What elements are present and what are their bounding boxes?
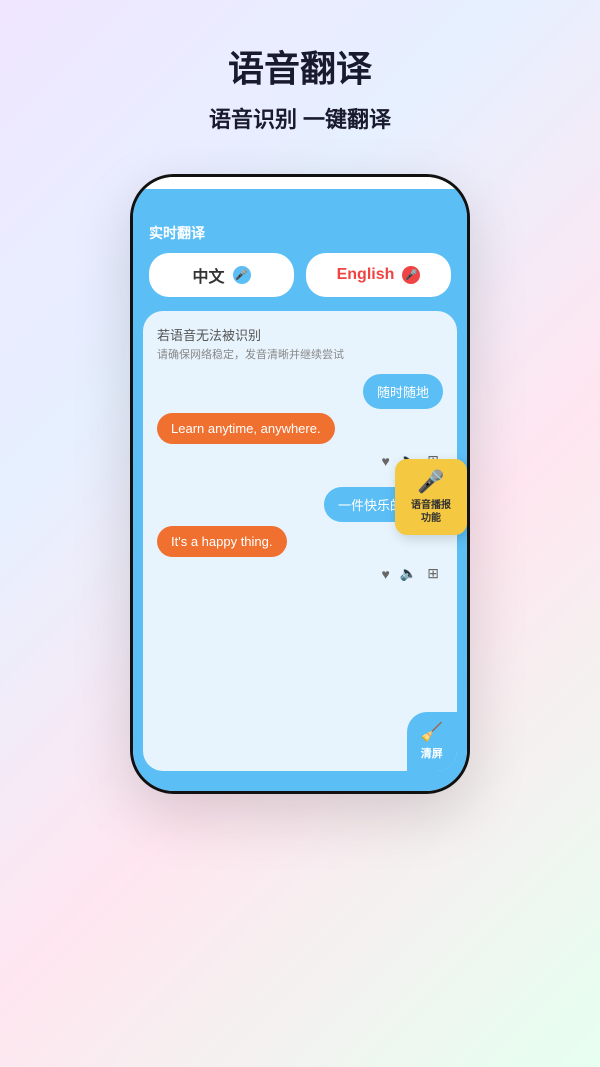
share-icon-2[interactable]: ⊞ bbox=[427, 565, 439, 582]
bubble-english-2: It's a happy thing. bbox=[157, 526, 287, 557]
chat-area: 若语音无法被识别 请确保网络稳定，发音清晰并继续尝试 随时随地 Learn an… bbox=[143, 311, 457, 771]
app-title-bar: 实时翻译 bbox=[133, 217, 467, 253]
bubble-left-1: Learn anytime, anywhere. bbox=[157, 413, 443, 444]
status-bar bbox=[133, 189, 467, 217]
tooltip-mic-icon: 🎤 bbox=[417, 469, 444, 495]
mic-icon-english: 🎤 bbox=[402, 266, 420, 284]
error-message: 若语音无法被识别 请确保网络稳定，发音清晰并继续尝试 bbox=[157, 325, 443, 362]
bubble-right-1: 随时随地 bbox=[157, 374, 443, 409]
clear-icon: 🧹 bbox=[421, 722, 443, 743]
page-header: 语音翻译 语音识别 一键翻译 bbox=[0, 0, 600, 154]
lang-buttons: 中文 🎤 English 🎤 bbox=[133, 253, 467, 311]
voice-tooltip: 🎤 语音播报功能 bbox=[395, 459, 467, 535]
clear-button[interactable]: 🧹 清屏 bbox=[407, 712, 457, 771]
bubble-chinese-1: 随时随地 bbox=[363, 374, 443, 409]
tooltip-label: 语音播报功能 bbox=[407, 499, 455, 525]
speaker-icon-2[interactable]: 🔈 bbox=[400, 565, 417, 582]
error-title: 若语音无法被识别 bbox=[157, 325, 443, 344]
sub-title: 语音识别 一键翻译 bbox=[30, 102, 570, 134]
main-title: 语音翻译 bbox=[30, 40, 570, 92]
action-row-2: ♥ 🔈 ⊞ bbox=[157, 561, 443, 592]
lang-button-english[interactable]: English 🎤 bbox=[306, 253, 451, 297]
phone-frame: 实时翻译 中文 🎤 English 🎤 若语音无法被识别 请确保网络稳定，发音清… bbox=[130, 174, 470, 794]
lang-button-chinese[interactable]: 中文 🎤 bbox=[149, 253, 294, 297]
lang-label-english: English bbox=[337, 266, 395, 284]
bubble-english-1: Learn anytime, anywhere. bbox=[157, 413, 335, 444]
lang-label-chinese: 中文 bbox=[192, 263, 224, 287]
phone-notch bbox=[133, 177, 467, 189]
phone-screen: 实时翻译 中文 🎤 English 🎤 若语音无法被识别 请确保网络稳定，发音清… bbox=[133, 189, 467, 791]
error-subtitle: 请确保网络稳定，发音清晰并继续尝试 bbox=[157, 346, 443, 362]
mic-icon-chinese: 🎤 bbox=[233, 266, 251, 284]
heart-icon-1[interactable]: ♥ bbox=[382, 453, 390, 469]
heart-icon-2[interactable]: ♥ bbox=[382, 566, 390, 582]
clear-label: 清屏 bbox=[421, 745, 443, 761]
